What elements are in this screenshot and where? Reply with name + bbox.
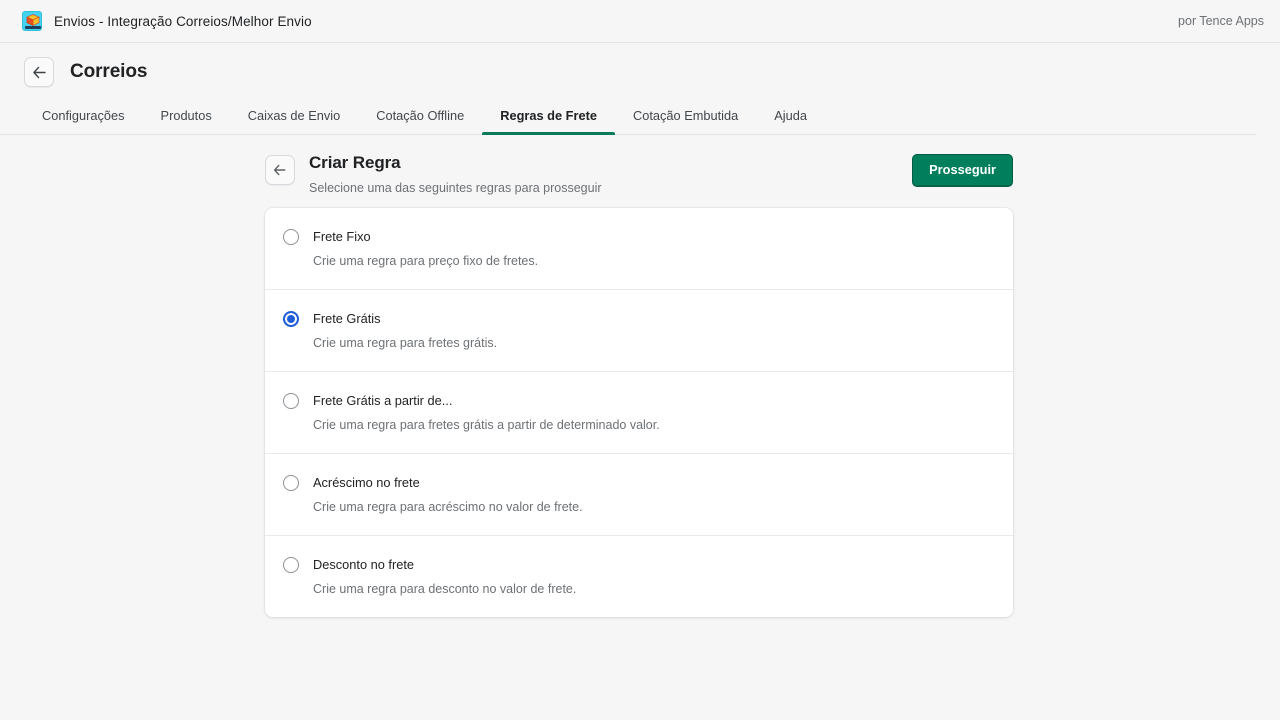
option-description: Crie uma regra para fretes grátis. <box>313 336 498 350</box>
rule-options-card: Frete Fixo Crie uma regra para preço fix… <box>265 208 1013 617</box>
radio-icon[interactable] <box>283 475 299 491</box>
tab-produtos[interactable]: Produtos <box>143 109 230 134</box>
option-row-desconto-no-frete[interactable]: Desconto no frete Crie uma regra para de… <box>265 535 1013 617</box>
radio-icon[interactable] <box>283 557 299 573</box>
app-credit: por Tence Apps <box>1178 14 1264 28</box>
option-row-frete-gratis[interactable]: Frete Grátis Crie uma regra para fretes … <box>265 289 1013 371</box>
panel-subtitle: Selecione uma das seguintes regras para … <box>309 181 602 195</box>
option-description: Crie uma regra para acréscimo no valor d… <box>313 500 583 514</box>
tab-bar: Configurações Produtos Caixas de Envio C… <box>0 99 1256 135</box>
prosseguir-button[interactable]: Prosseguir <box>912 154 1013 188</box>
option-row-acrescimo-no-frete[interactable]: Acréscimo no frete Crie uma regra para a… <box>265 453 1013 535</box>
page-title: Correios <box>70 61 148 82</box>
topbar-left-group: Envios - Integração Correios/Melhor Envi… <box>22 11 312 31</box>
panel-header: Criar Regra Selecione uma das seguintes … <box>265 153 1013 208</box>
tab-regras-de-frete[interactable]: Regras de Frete <box>482 109 615 135</box>
tab-configuracoes[interactable]: Configurações <box>24 109 143 134</box>
option-text: Desconto no frete Crie uma regra para de… <box>313 556 576 597</box>
tab-cotacao-embutida[interactable]: Cotação Embutida <box>615 109 756 134</box>
panel-back-button[interactable] <box>265 155 295 185</box>
option-text: Frete Grátis a partir de... Crie uma reg… <box>313 392 660 433</box>
criar-regra-panel: Criar Regra Selecione uma das seguintes … <box>265 153 1013 617</box>
option-row-frete-gratis-a-partir-de[interactable]: Frete Grátis a partir de... Crie uma reg… <box>265 371 1013 453</box>
radio-icon[interactable] <box>283 229 299 245</box>
option-description: Crie uma regra para fretes grátis a part… <box>313 418 660 432</box>
option-text: Frete Grátis Crie uma regra para fretes … <box>313 310 497 351</box>
radio-icon[interactable] <box>283 311 299 327</box>
option-label: Desconto no frete <box>313 557 415 572</box>
tab-caixas-de-envio[interactable]: Caixas de Envio <box>230 109 358 134</box>
icon-wordmark <box>25 26 41 29</box>
app-title: Envios - Integração Correios/Melhor Envi… <box>54 13 312 29</box>
option-text: Frete Fixo Crie uma regra para preço fix… <box>313 228 538 269</box>
arrow-left-icon <box>32 66 46 78</box>
option-label: Frete Grátis <box>313 311 381 326</box>
radio-icon[interactable] <box>283 393 299 409</box>
arrow-left-icon <box>273 164 286 176</box>
cube-glyph <box>26 14 40 26</box>
page-content: Criar Regra Selecione uma das seguintes … <box>0 135 1280 617</box>
app-topbar: Envios - Integração Correios/Melhor Envi… <box>0 0 1280 43</box>
option-row-frete-fixo[interactable]: Frete Fixo Crie uma regra para preço fix… <box>265 208 1013 289</box>
tab-cotacao-offline[interactable]: Cotação Offline <box>358 109 482 134</box>
option-label: Acréscimo no frete <box>313 475 420 490</box>
option-text: Acréscimo no frete Crie uma regra para a… <box>313 474 583 515</box>
panel-header-text: Criar Regra Selecione uma das seguintes … <box>309 153 602 196</box>
option-label: Frete Fixo <box>313 229 371 244</box>
page-header: Correios <box>0 43 1280 99</box>
tab-ajuda[interactable]: Ajuda <box>756 109 825 134</box>
page-back-button[interactable] <box>24 57 54 87</box>
option-description: Crie uma regra para preço fixo de fretes… <box>313 254 539 268</box>
panel-title: Criar Regra <box>309 153 401 172</box>
option-description: Crie uma regra para desconto no valor de… <box>313 582 577 596</box>
package-cube-icon <box>22 11 42 31</box>
option-label: Frete Grátis a partir de... <box>313 393 453 408</box>
